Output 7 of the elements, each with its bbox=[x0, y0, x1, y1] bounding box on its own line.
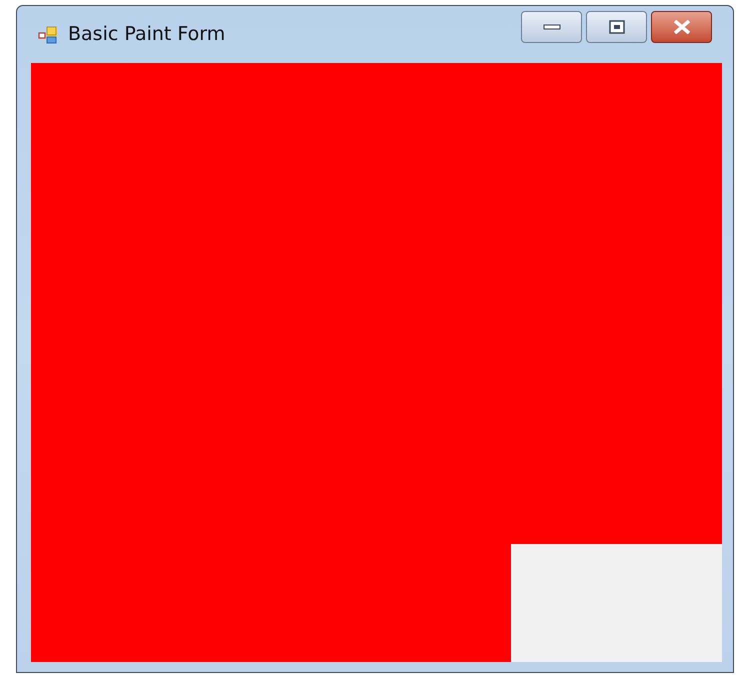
close-button[interactable] bbox=[651, 10, 712, 42]
maximize-button[interactable] bbox=[586, 10, 647, 42]
window-title: Basic Paint Form bbox=[68, 22, 226, 48]
close-icon bbox=[672, 20, 692, 34]
minimize-icon bbox=[542, 24, 560, 30]
minimize-button[interactable] bbox=[521, 10, 582, 42]
restore-icon bbox=[608, 20, 624, 34]
